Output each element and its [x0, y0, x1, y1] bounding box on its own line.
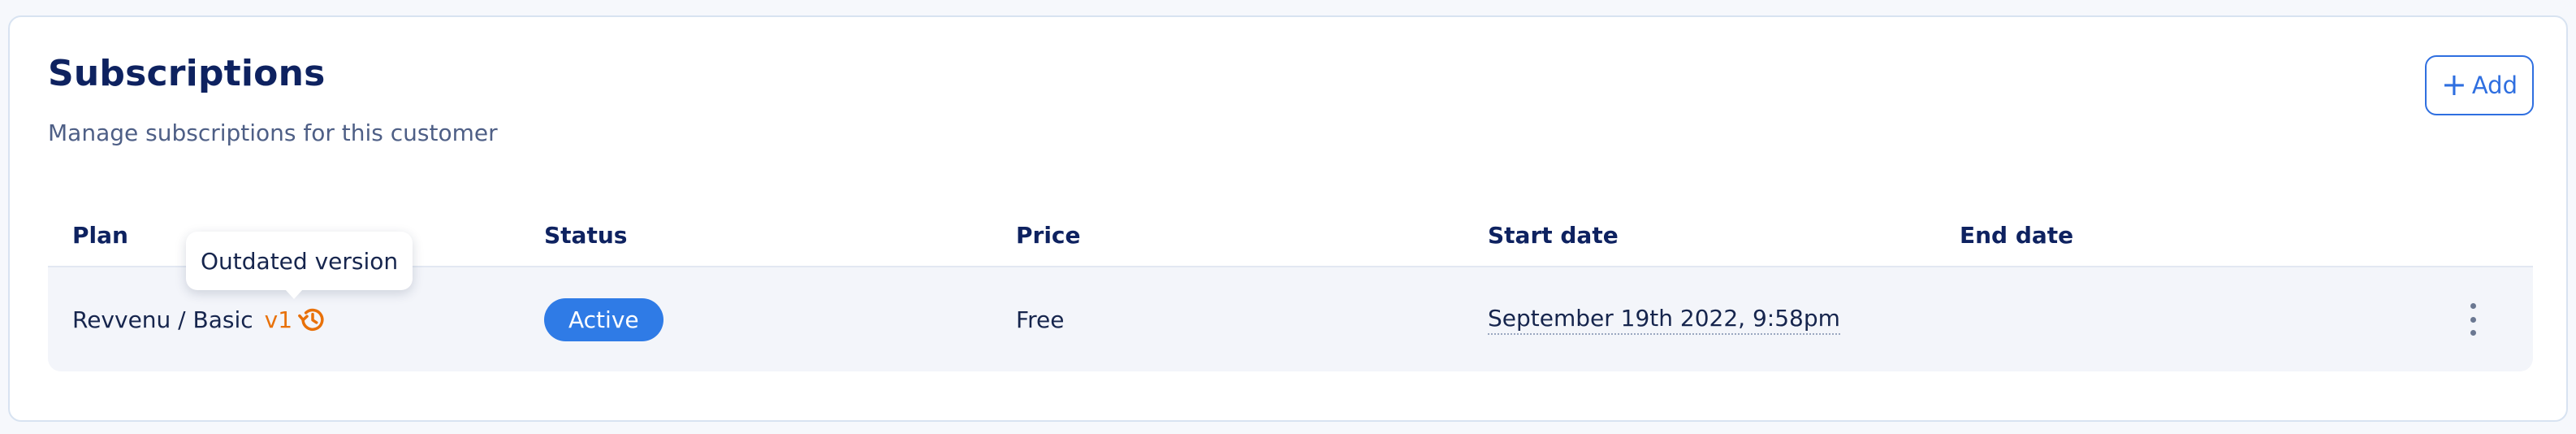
subscriptions-card: Subscriptions Manage subscriptions for t…: [8, 15, 2568, 422]
column-header-start-date: Start date: [1488, 222, 1619, 249]
column-header-price: Price: [1016, 222, 1081, 249]
start-date-value[interactable]: September 19th 2022, 9:58pm: [1488, 305, 1840, 335]
subscriptions-table: Plan Status Price Start date End date Re…: [48, 202, 2533, 371]
price-value: Free: [1016, 306, 1065, 333]
column-header-end-date: End date: [1960, 222, 2074, 249]
column-header-status: Status: [544, 222, 628, 249]
column-header-plan: Plan: [72, 222, 128, 249]
add-subscription-button[interactable]: + Add: [2425, 55, 2534, 115]
table-header: Plan Status Price Start date End date: [48, 202, 2533, 267]
kebab-dot: [2470, 330, 2476, 336]
history-icon[interactable]: [297, 304, 328, 335]
more-vertical-icon[interactable]: [2466, 303, 2479, 336]
kebab-dot: [2470, 303, 2476, 309]
page-subtitle: Manage subscriptions for this customer: [48, 119, 498, 146]
tooltip-text: Outdated version: [201, 247, 399, 275]
plus-icon: +: [2441, 66, 2467, 102]
status-cell: Active: [544, 267, 663, 371]
kebab-dot: [2470, 316, 2476, 323]
outdated-version-tooltip: Outdated version: [186, 232, 413, 299]
add-button-label: Add: [2471, 72, 2518, 99]
price-cell: Free: [1016, 267, 1064, 371]
table-row[interactable]: Revvenu / Basic v1 Active Free September…: [48, 267, 2533, 371]
plan-name[interactable]: Revvenu / Basic: [72, 306, 253, 333]
page: Subscriptions Manage subscriptions for t…: [0, 0, 2576, 434]
page-title: Subscriptions: [48, 53, 326, 94]
status-badge: Active: [544, 297, 663, 341]
start-date-cell: September 19th 2022, 9:58pm: [1488, 267, 1840, 371]
plan-version: v1: [264, 306, 293, 333]
